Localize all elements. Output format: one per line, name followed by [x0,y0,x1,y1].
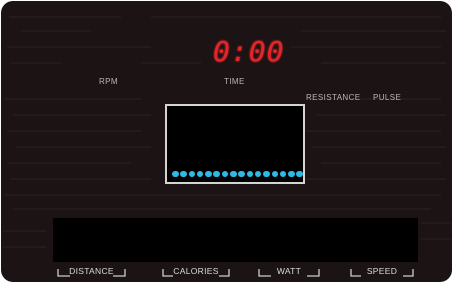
matrix-dot [180,170,187,177]
matrix-dot [172,170,179,177]
resistance-label: RESISTANCE [306,93,361,102]
time-display: 0:00 [213,35,285,68]
matrix-dot [230,170,237,177]
bottom-display-panel [53,218,418,262]
matrix-dot [196,170,204,177]
watt-label: WATT [276,266,302,276]
distance-button[interactable]: DISTANCE [56,263,127,279]
matrix-dot [263,170,270,177]
matrix-dot [279,170,287,177]
matrix-dot [254,170,262,177]
matrix-dot [288,170,295,177]
time-label: TIME [224,77,245,86]
matrix-dot [188,170,196,177]
matrix-dot [221,170,229,177]
matrix-dot [238,170,245,177]
calories-button[interactable]: CALORIES [161,263,231,279]
distance-label: DISTANCE [69,266,114,276]
rpm-label: RPM [99,77,118,86]
matrix-dot [205,170,212,177]
pulse-label: PULSE [373,93,402,102]
speed-button[interactable]: SPEED [349,263,415,279]
dot-matrix-display [165,104,305,184]
console-panel: 0:00 RPM TIME RESISTANCE PULSE DISTANCE … [1,1,452,282]
matrix-dot [271,170,279,177]
speed-label: SPEED [366,266,398,276]
matrix-dot [296,170,303,177]
calories-label: CALORIES [173,266,219,276]
matrix-dot [213,170,220,177]
watt-button[interactable]: WATT [257,263,321,279]
matrix-dot [246,170,254,177]
level-dots [172,170,303,177]
